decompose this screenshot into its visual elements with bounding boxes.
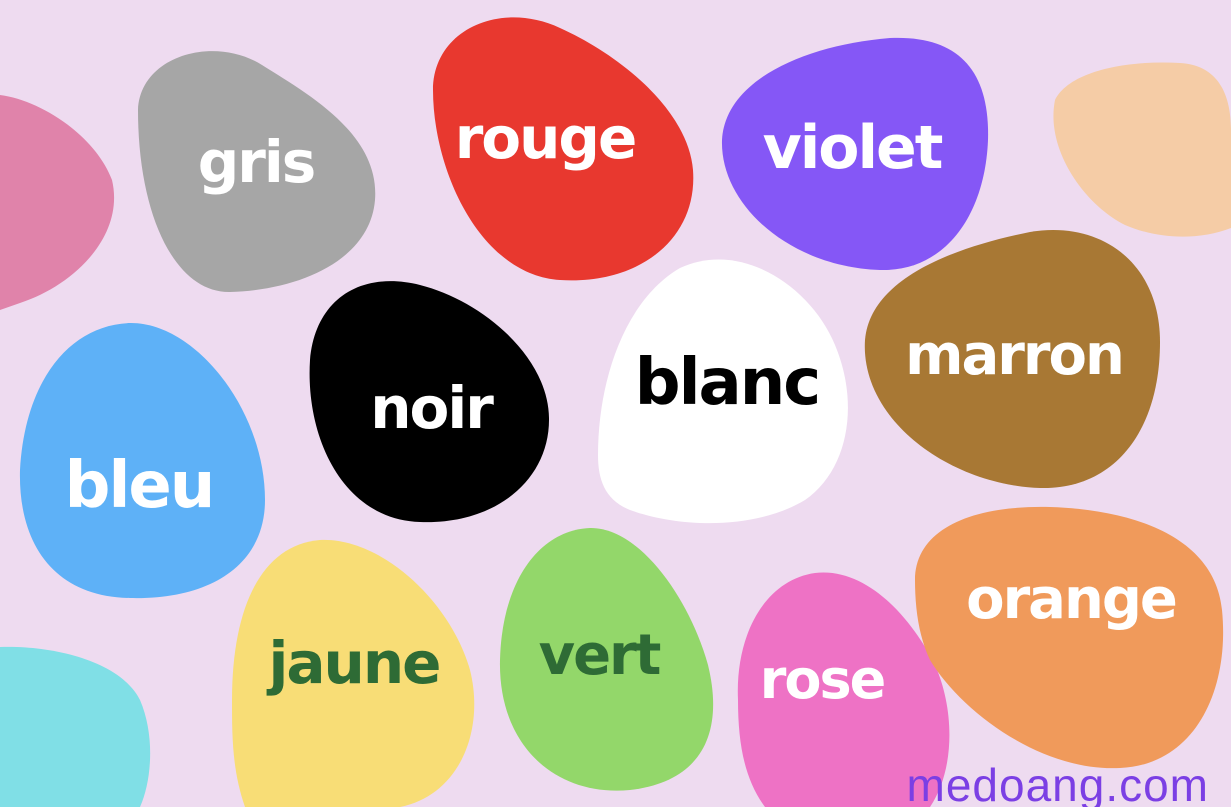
label-rose: rose	[759, 648, 886, 711]
cyan-blob-partial	[0, 646, 151, 807]
label-vert: vert	[538, 623, 662, 688]
label-jaune: jaune	[268, 629, 442, 697]
pink-blob-partial	[0, 95, 115, 310]
watermark-text[interactable]: medoang.com	[907, 758, 1210, 807]
label-orange: orange	[966, 567, 1178, 632]
label-blanc: blanc	[634, 346, 821, 420]
label-bleu: bleu	[64, 449, 216, 523]
label-violet: violet	[762, 113, 944, 183]
peach-blob-partial	[1053, 62, 1231, 237]
orange-blob	[915, 506, 1224, 769]
label-marron: marron	[905, 323, 1125, 388]
label-rouge: rouge	[454, 104, 638, 172]
label-noir: noir	[370, 374, 494, 442]
label-gris: gris	[197, 128, 317, 196]
color-vocabulary-poster: gris rouge violet noir blanc marron bleu…	[0, 0, 1231, 807]
